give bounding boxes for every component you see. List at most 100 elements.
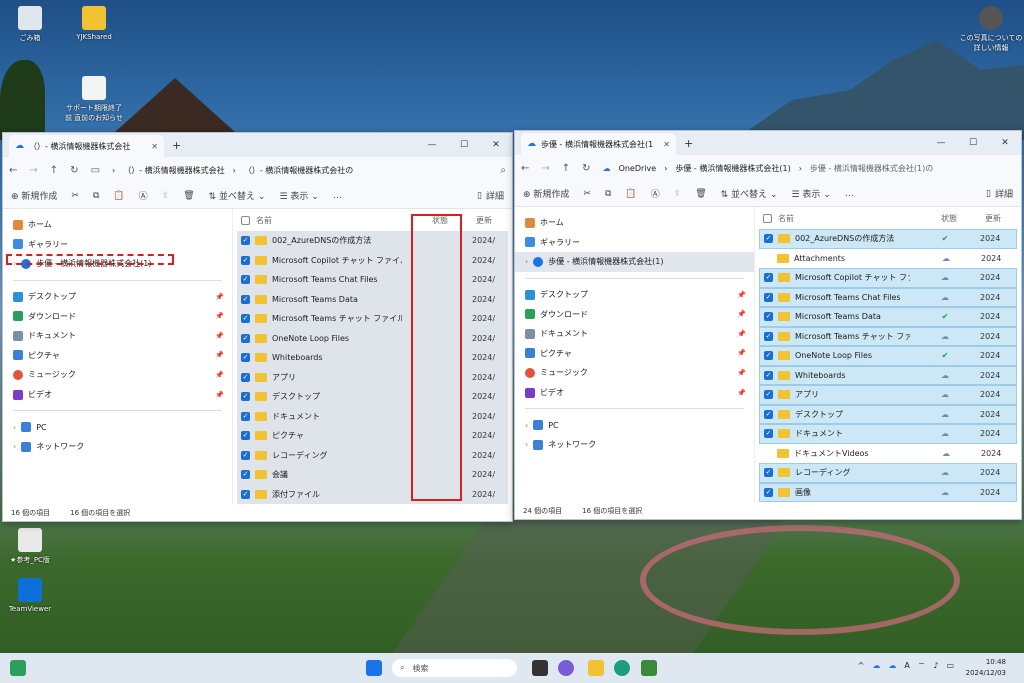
rename-icon[interactable]: Ⓐ [651,187,660,200]
row-checkbox[interactable] [763,254,772,263]
onedrive-icon[interactable]: ☁ [872,661,880,671]
row-checkbox[interactable]: ✓ [764,390,773,400]
nav-downloads[interactable]: ダウンロード 📌 [3,306,232,326]
column-date[interactable]: 更新 [985,213,1021,224]
nav-pc[interactable]: › PC [515,415,754,435]
nav-desktop[interactable]: デスクトップ 📌 [3,287,232,307]
breadcrumb[interactable]: ☁ OneDrive › 歩優 - 横浜情報機器株式会社(1) › 歩優 - 横浜情報機器… [603,163,934,174]
table-row[interactable]: ✓ Microsoft Copilot チャット ファイル 2024/ [237,250,508,270]
nav-music[interactable]: ミュージック 📌 [3,365,232,385]
close-button[interactable]: ✕ [989,131,1021,155]
table-row[interactable]: ✓ OneNote Loop Files ✔ 2024 [759,346,1017,366]
rename-icon[interactable]: Ⓐ [139,189,148,202]
nav-documents[interactable]: ドキュメント 📌 [515,324,754,344]
paste-icon[interactable]: 📋 [113,191,124,201]
row-checkbox[interactable]: ✓ [241,470,250,480]
table-row[interactable]: ✓ Microsoft Copilot チャット ファイル ☁ 2024 [759,268,1017,288]
search-box[interactable]: ⌕ 検索 [392,659,517,677]
table-row[interactable]: ✓ Microsoft Teams Chat Files ☁ 2024 [759,287,1017,307]
desktop-icon-yjkshared[interactable]: YJKShared [64,6,124,41]
minimize-button[interactable]: — [925,131,957,155]
delete-icon[interactable]: 🗑 [695,189,706,199]
row-checkbox[interactable]: ✓ [764,234,773,244]
system-tray[interactable]: ^ ☁ ☁ A ⌔ ♪ ▭ [858,661,954,671]
details-button[interactable]: ▯ 詳細 [986,187,1013,201]
row-checkbox[interactable]: ✓ [241,353,250,363]
table-row[interactable]: ✓ アプリ 2024/ [237,367,508,387]
desktop-icon-notice[interactable]: サポート期限終了前 直前のお知らせ [64,76,124,123]
row-checkbox[interactable]: ✓ [241,431,250,441]
cut-icon[interactable]: ✂ [71,191,79,201]
copy-icon[interactable]: ⧉ [93,191,99,201]
column-date[interactable]: 更新 [476,215,512,226]
refresh-button[interactable]: ↻ [582,163,590,174]
volume-icon[interactable]: ♪ [933,661,938,671]
tab-left[interactable]: ☁ （）- 横浜情報機器株式会社 ✕ [9,135,164,157]
table-row[interactable]: ✓ Microsoft Teams Chat Files 2024/ [237,270,508,290]
chevron-right-icon[interactable]: › [525,440,528,449]
row-checkbox[interactable]: ✓ [241,333,250,343]
edge-icon[interactable] [614,660,630,676]
table-row[interactable]: ✓ ピクチャ 2024/ [237,426,508,446]
table-row[interactable]: ✓ Microsoft Teams チャット ファイル 2024/ [237,309,508,329]
row-checkbox[interactable]: ✓ [241,236,250,246]
table-row[interactable]: ✓ ドキュメント ☁ 2024 [759,424,1017,444]
refresh-button[interactable]: ↻ [70,165,78,176]
table-row[interactable]: ✓ デスクトップ ☁ 2024 [759,404,1017,424]
row-checkbox[interactable]: ✓ [241,294,250,304]
table-row[interactable]: ✓ ドキュメント 2024/ [237,406,508,426]
new-button[interactable]: ⊕ 新規作成 [523,187,569,200]
row-checkbox[interactable]: ✓ [764,292,773,302]
table-row[interactable]: ✓ 添付ファイル 2024/ [237,484,508,504]
new-button[interactable]: ⊕ 新規作成 [11,189,57,202]
table-row[interactable]: ✓ Microsoft Teams チャット ファイル ☁ 2024 [759,326,1017,346]
share-icon[interactable]: ⇪ [162,191,170,201]
nav-desktop[interactable]: デスクトップ 📌 [515,285,754,305]
monitor-icon[interactable]: ▭ [91,165,100,176]
chevron-up-icon[interactable]: ^ [858,661,865,671]
nav-pc[interactable]: › PC [3,417,232,437]
copy-icon[interactable]: ⧉ [605,189,611,199]
nav-network[interactable]: › ネットワーク [515,435,754,455]
store-icon[interactable] [641,660,657,676]
sort-button[interactable]: ⇅ 並べ替え ⌄ [209,189,266,202]
nav-gallery[interactable]: ギャラリー [3,235,232,255]
file-explorer-icon[interactable] [588,660,604,676]
nav-videos[interactable]: ビデオ 📌 [3,385,232,405]
explorer-window-right[interactable]: ☁ 歩優 - 横浜情報機器株式会社(1 ✕ + — ☐ ✕ ← → ↑ ↻ ☁ OneDr… [514,130,1022,520]
details-button[interactable]: ▯ 詳細 [477,189,504,203]
row-checkbox[interactable]: ✓ [241,255,250,265]
nav-home[interactable]: ホーム [515,213,754,233]
row-checkbox[interactable]: ✓ [241,314,250,324]
forward-button[interactable]: → [29,165,37,176]
chevron-right-icon[interactable]: › [13,423,16,432]
nav-network[interactable]: › ネットワーク [3,437,232,457]
nav-videos[interactable]: ビデオ 📌 [515,383,754,403]
table-row[interactable]: ✓ 002_AzureDNSの作成方法 ✔ 2024 [759,229,1017,249]
more-button[interactable]: … [333,191,342,201]
select-all-checkbox[interactable] [763,213,772,223]
nav-pictures[interactable]: ピクチャ 📌 [3,346,232,366]
tab-close-icon[interactable]: ✕ [663,140,670,149]
new-tab-button[interactable]: + [172,139,181,152]
table-row[interactable]: ドキュメントVideos ☁ 2024 [759,444,1017,464]
row-checkbox[interactable]: ✓ [764,331,773,341]
view-button[interactable]: ☰ 表示 ⌄ [791,187,830,200]
nav-home[interactable]: ホーム [3,215,232,235]
forward-button[interactable]: → [541,163,549,174]
copilot-icon[interactable] [558,660,574,676]
view-button[interactable]: ☰ 表示 ⌄ [279,189,318,202]
row-checkbox[interactable]: ✓ [764,370,773,380]
up-button[interactable]: ↑ [50,165,58,176]
up-button[interactable]: ↑ [562,163,570,174]
row-checkbox[interactable]: ✓ [241,450,250,460]
start-icon[interactable] [366,660,382,676]
widgets-icon[interactable] [10,660,26,676]
nav-gallery[interactable]: ギャラリー [515,233,754,253]
table-row[interactable]: ✓ OneNote Loop Files 2024/ [237,328,508,348]
column-name[interactable]: 名前 [256,215,404,226]
row-checkbox[interactable]: ✓ [764,351,773,361]
chevron-right-icon[interactable]: › [525,257,528,266]
table-row[interactable]: ✓ Microsoft Teams Data 2024/ [237,289,508,309]
share-icon[interactable]: ⇪ [674,189,682,199]
